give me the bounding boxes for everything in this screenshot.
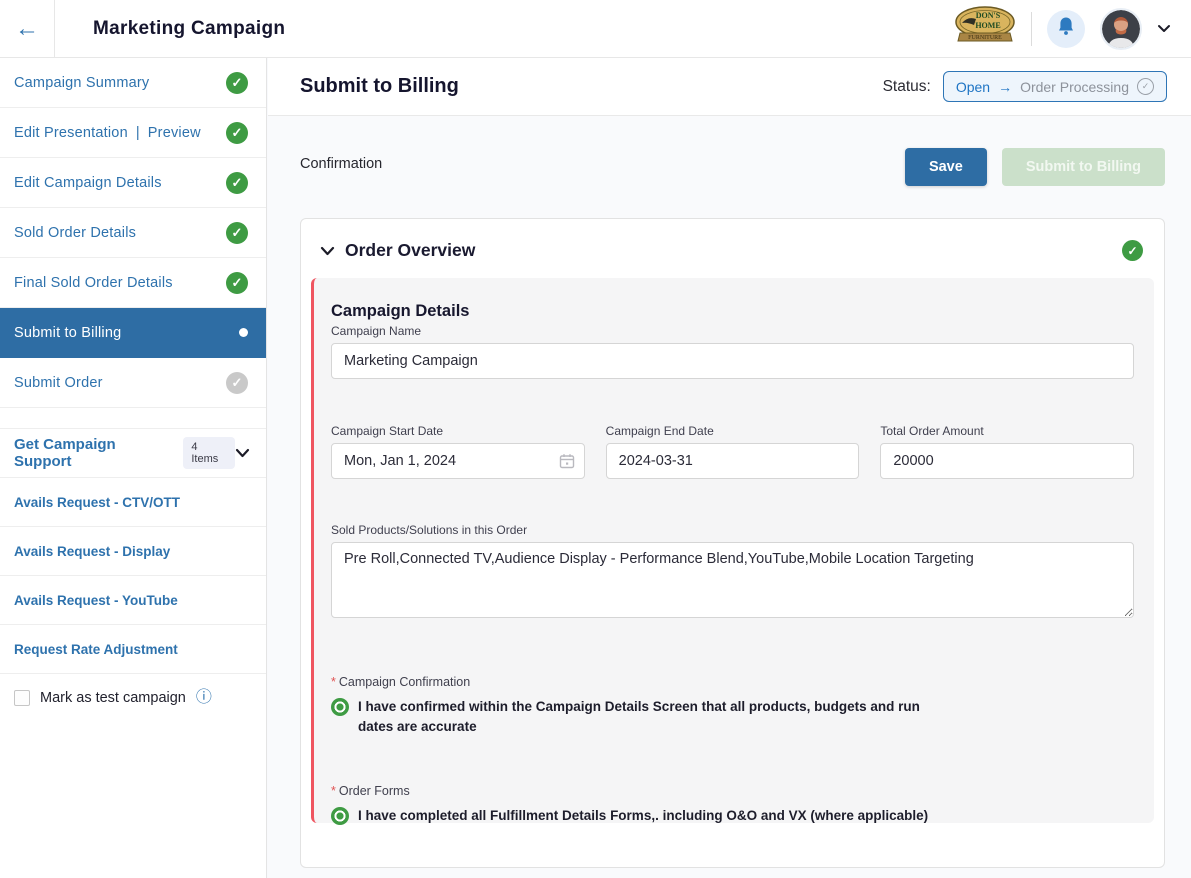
order-forms-group: *Order Forms I have completed all Fulfil…	[331, 784, 1134, 826]
status-label: Status:	[883, 78, 931, 96]
check-circle-icon: ✓	[226, 122, 248, 144]
sidebar-item-label: Submit Order	[14, 375, 103, 391]
page-header: Submit to Billing Status: Open → Order P…	[268, 58, 1191, 116]
back-arrow-icon: ←	[15, 17, 39, 41]
check-outline-icon: ✓	[1137, 78, 1154, 95]
sold-products-label: Sold Products/Solutions in this Order	[331, 523, 1134, 537]
test-campaign-label: Mark as test campaign	[40, 690, 186, 706]
order-forms-option-label: I have completed all Fulfillment Details…	[358, 806, 928, 826]
start-date-input[interactable]	[331, 443, 585, 479]
support-header-label: Get Campaign Support	[14, 436, 175, 470]
profile-menu-button[interactable]	[1157, 20, 1171, 38]
svg-text:FURNITURE: FURNITURE	[968, 35, 1002, 41]
section-complete-check-icon: ✓	[1122, 240, 1143, 261]
svg-text:HOME: HOME	[975, 21, 1000, 30]
info-icon[interactable]: ⓘ	[196, 690, 212, 706]
required-asterisk: *	[331, 675, 336, 689]
support-item-label: Request Rate Adjustment	[14, 642, 178, 657]
arrow-right-icon: →	[998, 79, 1012, 95]
edit-presentation-link[interactable]: Edit Presentation	[14, 125, 128, 141]
sidebar-item-label: Final Sold Order Details	[14, 275, 173, 291]
order-overview-card: Order Overview ✓ Campaign Details Campai…	[300, 218, 1165, 868]
required-asterisk: *	[331, 784, 336, 798]
order-forms-radio[interactable]	[331, 807, 349, 825]
notifications-button[interactable]	[1047, 10, 1085, 48]
sold-products-textarea[interactable]	[331, 542, 1134, 618]
sidebar-item-label: Sold Order Details	[14, 225, 136, 241]
sidebar-item-edit-presentation[interactable]: Edit Presentation | Preview ✓	[0, 108, 266, 158]
workflow-sidebar: Campaign Summary ✓ Edit Presentation | P…	[0, 58, 267, 878]
avatar[interactable]	[1100, 8, 1142, 50]
order-overview-header[interactable]: Order Overview ✓	[301, 219, 1164, 261]
total-order-amount-label: Total Order Amount	[880, 424, 1134, 438]
sidebar-item-submit-to-billing[interactable]: Submit to Billing	[0, 308, 266, 358]
sidebar-item-avails-request-youtube[interactable]: Avails Request - YouTube	[0, 576, 266, 625]
save-button[interactable]: Save	[905, 148, 987, 186]
order-forms-label: Order Forms	[339, 784, 410, 798]
check-circle-icon: ✓	[226, 72, 248, 94]
preview-link[interactable]: Preview	[148, 125, 201, 141]
check-circle-icon: ✓	[226, 172, 248, 194]
confirmation-section-label: Confirmation	[300, 156, 382, 172]
current-step-dot-icon	[239, 328, 248, 337]
chevron-down-icon	[1157, 20, 1171, 38]
sidebar-item-submit-order[interactable]: Submit Order ✓	[0, 358, 266, 408]
check-circle-icon: ✓	[226, 222, 248, 244]
sidebar-item-avails-request-display[interactable]: Avails Request - Display	[0, 527, 266, 576]
form-title: Campaign Details	[331, 302, 1134, 321]
status-from: Open	[956, 79, 990, 95]
sidebar-item-sold-order-details[interactable]: Sold Order Details ✓	[0, 208, 266, 258]
status-transition-badge[interactable]: Open → Order Processing ✓	[943, 71, 1167, 102]
total-order-amount-input[interactable]	[880, 443, 1134, 479]
bell-icon	[1057, 16, 1075, 41]
sidebar-item-final-sold-order-details[interactable]: Final Sold Order Details ✓	[0, 258, 266, 308]
campaign-name-label: Campaign Name	[331, 324, 1134, 338]
sidebar-item-request-rate-adjustment[interactable]: Request Rate Adjustment	[0, 625, 266, 674]
end-date-label: Campaign End Date	[606, 424, 860, 438]
label-divider: |	[136, 125, 140, 141]
submit-to-billing-button[interactable]: Submit to Billing	[1002, 148, 1165, 186]
header-divider	[1031, 12, 1032, 46]
chevron-down-icon	[235, 445, 250, 462]
end-date-input[interactable]	[606, 443, 860, 479]
sidebar-item-avails-request-ctv-ott[interactable]: Avails Request - CTV/OTT	[0, 478, 266, 527]
page-title: Submit to Billing	[300, 75, 459, 98]
sidebar-item-label: Campaign Summary	[14, 75, 149, 91]
support-items-badge: 4 Items	[183, 437, 235, 469]
status-to: Order Processing	[1020, 79, 1129, 95]
app-title: Marketing Campaign	[93, 18, 285, 40]
campaign-confirmation-group: *Campaign Confirmation I have confirmed …	[331, 675, 1134, 738]
back-button[interactable]: ←	[0, 0, 55, 57]
support-item-label: Avails Request - CTV/OTT	[14, 495, 180, 510]
support-item-label: Avails Request - YouTube	[14, 593, 178, 608]
campaign-details-panel: Campaign Details Campaign Name Campaign …	[311, 278, 1154, 823]
company-logo: DON'S HOME FURNITURE	[954, 5, 1016, 52]
sidebar-item-label: Edit Campaign Details	[14, 175, 162, 191]
sidebar-item-edit-campaign-details[interactable]: Edit Campaign Details ✓	[0, 158, 266, 208]
campaign-confirmation-option-label: I have confirmed within the Campaign Det…	[358, 697, 958, 738]
app-header: ← Marketing Campaign DON'S HOME FURNITUR…	[0, 0, 1191, 58]
test-campaign-row: Mark as test campaign ⓘ	[0, 674, 266, 722]
main-content: Submit to Billing Status: Open → Order P…	[268, 58, 1191, 878]
campaign-confirmation-label: Campaign Confirmation	[339, 675, 470, 689]
sidebar-section-gap	[0, 408, 266, 428]
sidebar-item-campaign-summary[interactable]: Campaign Summary ✓	[0, 58, 266, 108]
check-circle-icon: ✓	[226, 272, 248, 294]
start-date-label: Campaign Start Date	[331, 424, 585, 438]
section-title: Order Overview	[345, 240, 475, 261]
get-campaign-support-toggle[interactable]: Get Campaign Support 4 Items	[0, 428, 266, 478]
svg-text:DON'S: DON'S	[976, 11, 1001, 20]
check-circle-pending-icon: ✓	[226, 372, 248, 394]
campaign-confirmation-radio[interactable]	[331, 698, 349, 716]
sidebar-item-label: Submit to Billing	[14, 325, 121, 341]
campaign-name-input[interactable]	[331, 343, 1134, 379]
confirmation-toolbar: Confirmation Save Submit to Billing	[300, 148, 1165, 186]
test-campaign-checkbox[interactable]	[14, 690, 30, 706]
collapse-chevron-icon[interactable]	[320, 246, 335, 256]
support-item-label: Avails Request - Display	[14, 544, 170, 559]
